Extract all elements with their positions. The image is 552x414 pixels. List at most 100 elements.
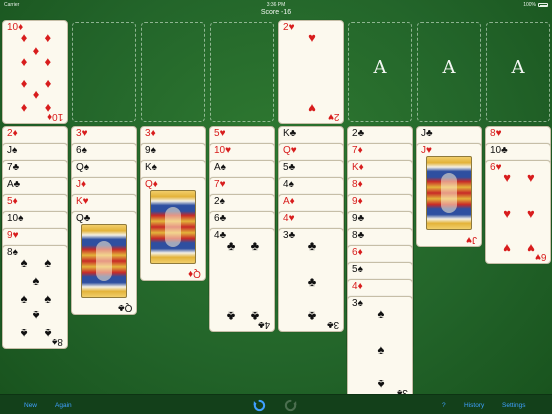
card-rank: Q xyxy=(145,179,153,190)
card-index: 5♠ xyxy=(352,265,363,275)
card-index: K♣ xyxy=(283,129,296,139)
suit-pip: ♦ xyxy=(20,54,28,70)
free-cell-4[interactable] xyxy=(210,22,274,122)
card-index-bottom: 8♠ xyxy=(52,336,63,347)
card-index: 10♥ xyxy=(214,146,231,156)
suit-pip: ♦ xyxy=(32,88,40,104)
card-suit: ♥ xyxy=(288,22,295,33)
free-cell-3[interactable] xyxy=(141,22,205,122)
card-3-of-clubs[interactable]: 3♣ ♣ ♣ ♣ 3♣ xyxy=(278,228,344,332)
card-suit: ♥ xyxy=(12,230,19,241)
again-button[interactable]: Again xyxy=(55,402,72,409)
suit-pip: ♦ xyxy=(44,54,52,70)
suit-pip: ♦ xyxy=(20,100,28,116)
suit-pip: ♠ xyxy=(20,290,28,306)
card-rank: Q xyxy=(76,213,84,224)
card-q-of-clubs[interactable]: Q♣ Q♣ xyxy=(71,211,137,315)
card-suit: ♥ xyxy=(290,145,297,156)
new-game-button[interactable]: New xyxy=(24,402,37,409)
card-rank: 10 xyxy=(214,145,226,156)
foundation-3[interactable]: A xyxy=(417,22,481,122)
card-suit: ♦ xyxy=(81,179,87,190)
card-index: Q♣ xyxy=(76,214,90,224)
card-index: 4♥ xyxy=(283,214,295,224)
card-index: 5♦ xyxy=(7,197,18,207)
card-suit: ♦ xyxy=(152,179,158,190)
card-suit: ♦ xyxy=(289,196,295,207)
card-6-of-hearts[interactable]: 6♥ ♥ ♥ ♥ ♥ ♥ ♥ 6♥ xyxy=(485,160,551,264)
card-suit: ♣ xyxy=(288,162,296,173)
card-suit: ♦ xyxy=(357,247,363,258)
card-index: 2♣ xyxy=(352,129,364,139)
hint-button[interactable]: ? xyxy=(442,402,446,409)
card-suit: ♣ xyxy=(288,230,296,241)
foundation-4[interactable]: A xyxy=(486,22,550,122)
undo-icon[interactable] xyxy=(253,399,266,412)
card-index-bottom: J♥ xyxy=(466,234,477,245)
card-index: 10♠ xyxy=(7,214,23,224)
card-suit: ♠ xyxy=(83,162,90,173)
card-index: 8♦ xyxy=(352,180,363,190)
card-index-bottom: Q♣ xyxy=(117,302,132,313)
card-rank: K xyxy=(145,162,152,173)
card-10-of-diamonds[interactable]: 10♦ ♦ ♦ ♦ ♦ ♦ ♦ ♦ ♦ ♦ ♦ 10♦ xyxy=(2,20,68,124)
card-index: 3♦ xyxy=(145,129,156,139)
card-index: A♠ xyxy=(214,163,226,173)
card-suit: ♠ xyxy=(151,162,157,173)
bottom-toolbar: New Again ? History Settings xyxy=(0,394,552,414)
card-rank: 10 xyxy=(7,213,19,224)
card-8-of-spades[interactable]: 8♠ ♠ ♠ ♠ ♠ ♠ ♠ ♠ ♠ 8♠ xyxy=(2,245,68,349)
card-index: K♠ xyxy=(145,163,157,173)
court-portrait xyxy=(426,156,472,230)
suit-pip: ♠ xyxy=(32,308,40,324)
card-index: 2♥ xyxy=(283,23,295,33)
card-suit: ♠ xyxy=(220,162,226,173)
card-suit: ♣ xyxy=(357,213,365,224)
suit-pip: ♦ xyxy=(44,30,52,46)
suit-pip: ♠ xyxy=(32,272,40,288)
card-rank: A xyxy=(283,196,290,207)
card-index: 5♥ xyxy=(214,129,226,139)
card-rank: K xyxy=(352,162,359,173)
card-index: 3♥ xyxy=(76,129,88,139)
card-index: 4♦ xyxy=(352,282,363,292)
card-suit: ♣ xyxy=(13,179,21,190)
battery-icon xyxy=(538,3,548,7)
card-suit: ♥ xyxy=(219,179,226,190)
card-4-of-clubs[interactable]: 4♣ ♣ ♣ ♣ ♣ 4♣ xyxy=(209,228,275,332)
card-index: A♣ xyxy=(7,180,20,190)
card-suit: ♠ xyxy=(288,179,294,190)
suit-pip: ♣ xyxy=(226,308,236,324)
card-index: 9♥ xyxy=(7,231,19,241)
suit-pip: ♦ xyxy=(20,30,28,46)
card-rank: A xyxy=(214,162,221,173)
foundation-2[interactable]: A xyxy=(348,22,412,122)
settings-button[interactable]: Settings xyxy=(502,402,526,409)
card-3-of-spades[interactable]: 3♠ ♠ ♠ ♠ 3♠ xyxy=(347,296,413,400)
free-cell-2[interactable] xyxy=(72,22,136,122)
suit-pip: ♥ xyxy=(503,205,511,221)
card-suit: ♥ xyxy=(288,213,295,224)
card-index-bottom: 10♦ xyxy=(46,111,63,122)
card-2-of-hearts[interactable]: 2♥ ♥ ♥ 2♥ xyxy=(278,20,344,124)
card-suit: ♦ xyxy=(150,128,156,139)
suit-pip: ♠ xyxy=(377,341,385,357)
card-index: 9♦ xyxy=(352,197,363,207)
card-suit: ♠ xyxy=(81,145,87,156)
card-suit: ♣ xyxy=(219,213,227,224)
card-j-of-hearts[interactable]: J♥ J♥ xyxy=(416,143,482,247)
suit-pip: ♥ xyxy=(503,170,511,186)
court-portrait xyxy=(150,190,196,264)
history-button[interactable]: History xyxy=(464,402,484,409)
card-index-bottom: 6♥ xyxy=(534,251,547,262)
card-q-of-diamonds[interactable]: Q♦ Q♦ xyxy=(140,177,206,281)
card-index: 8♥ xyxy=(490,129,502,139)
suit-pip: ♥ xyxy=(308,100,316,116)
card-index: 5♣ xyxy=(283,163,295,173)
foundation-placeholder: A xyxy=(373,57,387,78)
card-index: 7♣ xyxy=(7,163,19,173)
card-index: 8♣ xyxy=(352,231,364,241)
redo-icon[interactable] xyxy=(284,399,297,412)
card-suit: ♥ xyxy=(82,196,89,207)
card-index: Q♠ xyxy=(76,163,89,173)
